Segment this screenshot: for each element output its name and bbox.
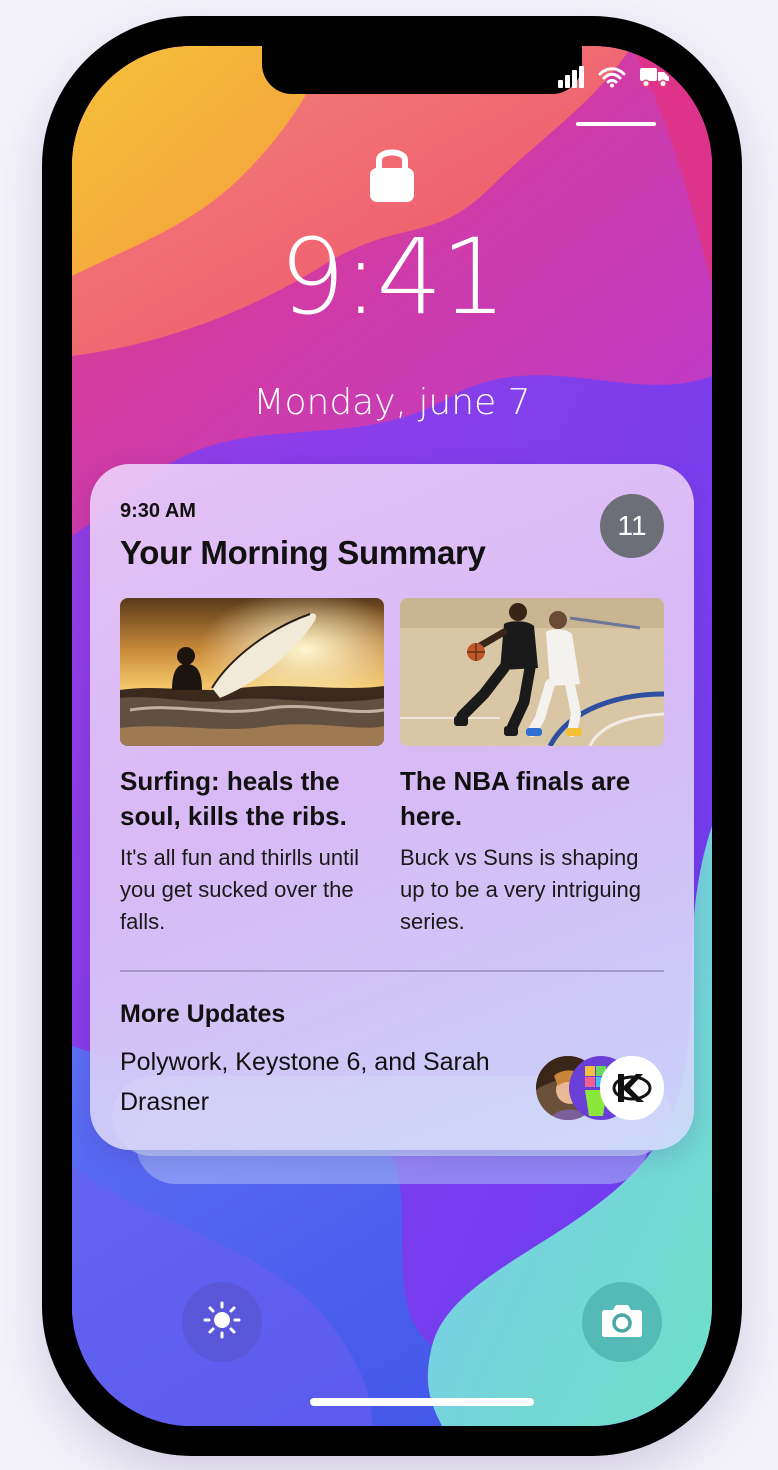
more-updates-body: Polywork, Keystone 6, and Sarah Drasner xyxy=(120,1048,490,1116)
story-body: It's all fun and thirlls until you get s… xyxy=(120,845,359,934)
flashlight-icon xyxy=(202,1300,242,1345)
more-updates-title: More Updates xyxy=(120,1000,286,1028)
notification-count-badge: 11 xyxy=(600,494,664,558)
signal-icon xyxy=(558,66,584,88)
story-body: Buck vs Suns is shaping up to be a very … xyxy=(400,845,641,934)
lock-icon xyxy=(368,144,416,209)
story-card[interactable]: Surfing: heals the soul, kills the ribs.… xyxy=(120,598,384,938)
notification-card[interactable]: 9:30 AM Your Morning Summary 11 Surfing:… xyxy=(90,464,694,1150)
story-title: The NBA finals are here. xyxy=(400,766,631,831)
home-indicator[interactable] xyxy=(310,1398,534,1406)
status-underline xyxy=(576,122,656,126)
camera-button[interactable] xyxy=(582,1282,662,1362)
wifi-icon xyxy=(598,66,626,88)
basketball-players-image xyxy=(400,598,664,746)
camera-icon xyxy=(601,1302,643,1343)
truck-icon xyxy=(640,66,670,88)
lock-time: 9:41 xyxy=(279,216,507,338)
keystone-avatar xyxy=(600,1056,664,1120)
app-avatars xyxy=(536,1056,666,1122)
divider xyxy=(120,970,664,972)
lock-date: Monday, june 7 xyxy=(253,382,531,423)
notification-time: 9:30 AM xyxy=(120,500,196,522)
flashlight-button[interactable] xyxy=(182,1282,262,1362)
story-title: Surfing: heals the soul, kills the ribs. xyxy=(120,766,347,831)
status-bar xyxy=(558,66,670,88)
lock-screen: 9:41 Monday, june 7 9:30 AM Your Morning… xyxy=(72,46,712,1426)
phone-frame: 9:41 Monday, june 7 9:30 AM Your Morning… xyxy=(42,16,742,1456)
notch xyxy=(262,46,582,94)
story-card[interactable]: The NBA finals are here. Buck vs Suns is… xyxy=(400,598,664,938)
notification-title: Your Morning Summary xyxy=(120,534,486,571)
surfer-sunset-image xyxy=(120,598,384,746)
